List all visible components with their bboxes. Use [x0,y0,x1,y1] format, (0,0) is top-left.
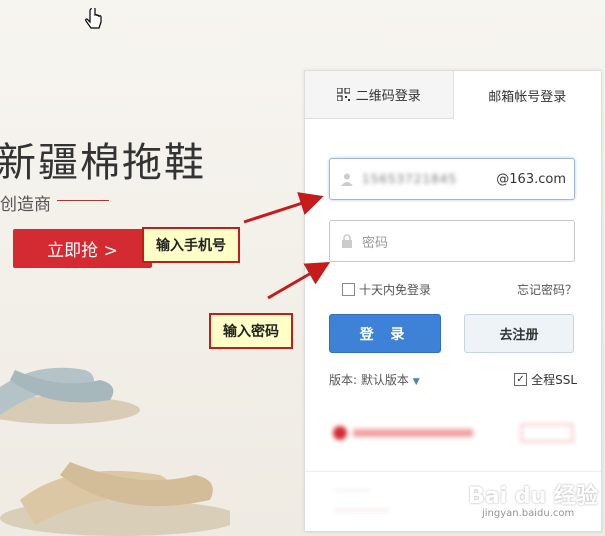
annotation-arrows [243,192,331,300]
callout-enter-phone: 输入手机号 [142,227,240,263]
baidu-watermark-url: jingyan.baidu.com [482,508,575,519]
arrow-to-password-icon [267,261,331,300]
baidu-watermark-logo: Bai du 经验 [468,484,598,509]
arrow-to-username-icon [243,192,324,224]
callout-enter-password: 输入密码 [209,313,293,349]
